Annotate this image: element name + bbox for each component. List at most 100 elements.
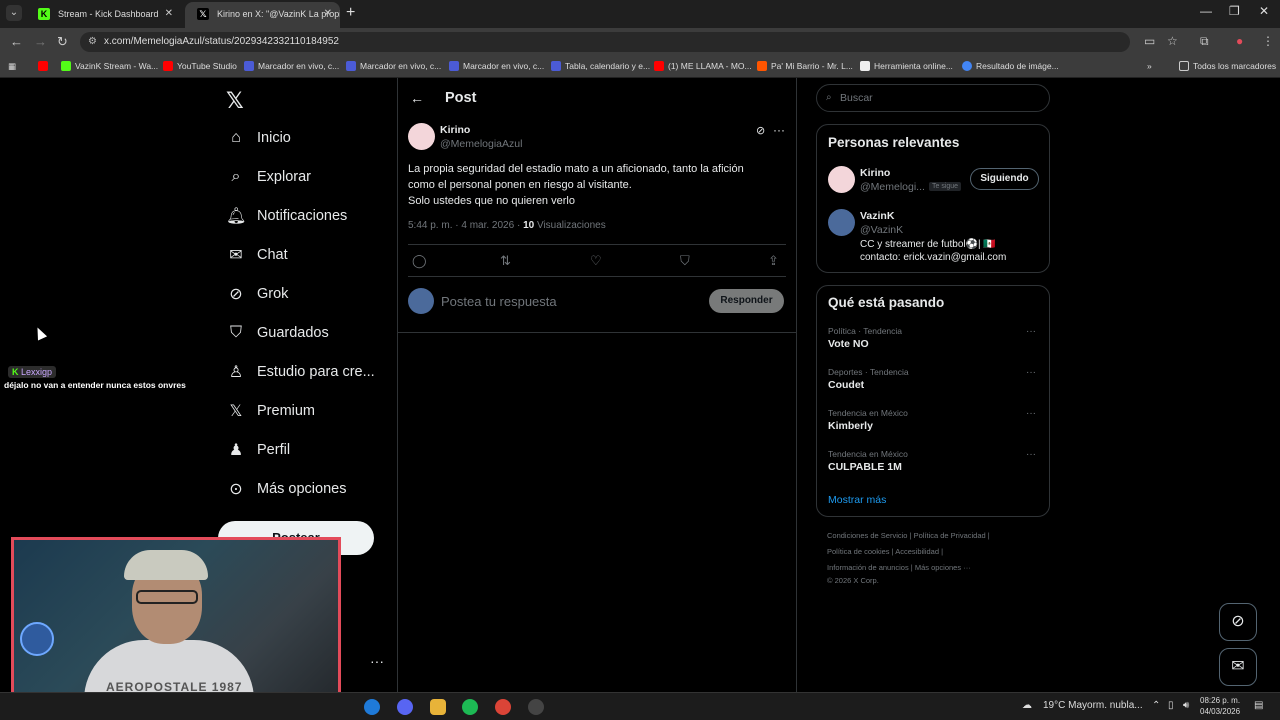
sidebar-item-perfil[interactable]: ♟ Perfil <box>226 435 290 465</box>
bookmark-item[interactable]: Pa' Mi Barrio - Mr. L... <box>757 61 853 71</box>
bookmark-icon[interactable]: ⛉ <box>680 253 690 269</box>
show-more-link[interactable]: Mostrar más <box>828 494 886 506</box>
cast-icon[interactable]: ▭ <box>1144 34 1155 48</box>
sidebar-item-label: Perfil <box>257 442 291 458</box>
url-field[interactable]: ⚙ x.com/MemelogiaAzul/status/20293423321… <box>80 32 1130 52</box>
bookmark-item[interactable]: YouTube Studio <box>163 61 237 71</box>
weather-icon[interactable]: ☁ <box>1022 700 1032 711</box>
bookmark-item[interactable]: Marcador en vivo, c... <box>346 61 441 71</box>
more-icon[interactable]: ··· <box>1026 449 1036 460</box>
bookmark-item[interactable]: VazinK Stream - Wa... <box>61 61 158 71</box>
obs-icon[interactable] <box>528 699 544 715</box>
close-tab-icon[interactable]: ✕ <box>324 2 332 26</box>
tab-kick-dashboard[interactable]: K Stream - Kick Dashboard ✕ <box>26 2 181 28</box>
reply-input[interactable]: Postea tu respuesta <box>441 294 557 309</box>
more-icon[interactable]: ··· <box>1026 408 1036 419</box>
streamer-cap <box>124 550 208 580</box>
restore-icon[interactable]: ❐ <box>1229 4 1240 18</box>
bookmark-item[interactable]: Tabla, calendario y e... <box>551 61 650 71</box>
more-bookmarks-icon[interactable]: » <box>1147 61 1152 71</box>
sidebar-item-notificaciones[interactable]: 🔔︎ Notificaciones <box>226 201 347 231</box>
grok-fab-icon[interactable]: ⊘ <box>1219 603 1257 641</box>
footer-links[interactable]: Política de cookies | Accesibilidad | <box>827 547 943 556</box>
avatar[interactable] <box>408 123 435 150</box>
back-icon[interactable]: ← <box>10 34 23 49</box>
post-author-handle[interactable]: @MemelogiaAzul <box>440 138 522 150</box>
spotify-icon[interactable] <box>462 699 478 715</box>
menu-icon[interactable]: ⋮ <box>1262 34 1274 48</box>
star-icon[interactable]: ☆ <box>1167 34 1178 48</box>
person-handle[interactable]: @VazinK <box>860 224 903 236</box>
following-button[interactable]: Siguiendo <box>970 168 1039 190</box>
bookmark-item[interactable]: (1) ME LLAMA - MO... <box>654 61 752 71</box>
all-bookmarks-folder[interactable]: Todos los marcadores <box>1179 61 1276 71</box>
weather-text[interactable]: 19°C Mayorm. nubla... <box>1043 700 1143 711</box>
reply-icon[interactable]: ◯ <box>412 253 427 269</box>
chrome-icon[interactable] <box>495 699 511 715</box>
site-info-icon[interactable]: ⚙ <box>88 32 97 52</box>
avatar[interactable] <box>408 288 434 314</box>
messages-fab-icon[interactable]: ✉ <box>1219 648 1257 686</box>
back-arrow-icon[interactable]: ← <box>410 90 424 106</box>
account-more-icon[interactable]: ··· <box>370 653 384 669</box>
like-icon[interactable]: ♡ <box>590 253 602 269</box>
repost-icon[interactable]: ⇅ <box>500 253 511 269</box>
new-tab-button[interactable]: + <box>346 4 355 22</box>
minimize-icon[interactable]: — <box>1200 4 1212 18</box>
close-window-icon[interactable]: ✕ <box>1259 4 1269 18</box>
person-bio: CC y streamer de futbol⚽| 🇲🇽 contacto: e… <box>860 238 1006 264</box>
folder-icon[interactable] <box>430 699 446 715</box>
sidebar-item-chat[interactable]: ✉ Chat <box>226 240 287 270</box>
trend-name[interactable]: Kimberly <box>828 420 873 432</box>
grok-icon[interactable]: ⊘ <box>756 124 765 137</box>
bookmark-item[interactable]: Resultado de imáge... <box>962 61 1059 71</box>
sidebar-item-grok[interactable]: ⊘ Grok <box>226 279 288 309</box>
footer-links[interactable]: Información de anuncios | Más opciones ·… <box>827 563 971 572</box>
x-logo-icon[interactable]: 𝕏 <box>226 88 244 114</box>
edge-icon[interactable] <box>364 699 380 715</box>
extensions-icon[interactable]: ⧉ <box>1200 34 1209 49</box>
reply-button[interactable]: Responder <box>709 289 784 313</box>
person-name[interactable]: Kirino <box>860 167 890 179</box>
share-icon[interactable]: ⇪ <box>768 253 779 269</box>
bookmark-item[interactable]: Marcador en vivo, c... <box>244 61 339 71</box>
post-author-name[interactable]: Kirino <box>440 124 470 136</box>
tray-chevron-icon[interactable]: ⌃ <box>1152 700 1160 711</box>
more-icon[interactable]: ··· <box>1026 367 1036 378</box>
volume-icon[interactable]: 🔊︎ <box>1183 700 1189 711</box>
discord-icon[interactable] <box>397 699 413 715</box>
sidebar-item-explorar[interactable]: ⌕ Explorar <box>226 162 311 192</box>
bookmark-youtube[interactable] <box>38 61 52 71</box>
apps-icon[interactable]: ▦ <box>8 61 16 72</box>
close-tab-icon[interactable]: ✕ <box>165 2 173 26</box>
person-handle[interactable]: @Memelogi... <box>860 181 925 193</box>
trend-name[interactable]: Coudet <box>828 379 864 391</box>
person-name[interactable]: VazinK <box>860 210 894 222</box>
sidebar-item-premium[interactable]: 𝕏 Premium <box>226 396 315 426</box>
search-input[interactable]: ⌕ Buscar <box>816 84 1050 112</box>
sidebar-item-inicio[interactable]: ⌂ Inicio <box>226 123 291 153</box>
avatar[interactable] <box>828 209 855 236</box>
more-icon[interactable]: ··· <box>773 123 785 137</box>
tray-device-icon[interactable]: ▯ <box>1168 700 1174 711</box>
bookmark-item[interactable]: Herramienta online... <box>860 61 953 71</box>
tab-x-post[interactable]: 𝕏 Kirino en X: "@VazinK La propia ✕ <box>185 2 340 28</box>
avatar[interactable] <box>828 166 855 193</box>
sidebar-item-estudio[interactable]: ♙ Estudio para cre... <box>226 357 375 387</box>
trend-name[interactable]: CULPABLE 1M <box>828 461 902 473</box>
bookmark-item[interactable]: Marcador en vivo, c... <box>449 61 544 71</box>
reload-icon[interactable]: ↻ <box>57 34 68 50</box>
tab-search-button[interactable]: ⌄ <box>6 5 22 21</box>
mail-icon: ✉ <box>229 247 243 264</box>
notifications-icon[interactable]: ▤ <box>1254 700 1263 711</box>
forward-icon[interactable]: → <box>34 34 47 49</box>
more-icon[interactable]: ··· <box>1026 326 1036 337</box>
profile-icon[interactable]: ● <box>1236 34 1243 48</box>
clock[interactable]: 08:26 p. m. 04/03/2026 <box>1200 695 1240 717</box>
post-time[interactable]: 5:44 p. m. · 4 mar. 2026 · <box>408 220 523 231</box>
footer-links[interactable]: Condiciones de Servicio | Política de Pr… <box>827 531 990 540</box>
trending-card: Qué está pasando Política · Tendencia Vo… <box>816 285 1050 517</box>
trend-name[interactable]: Vote NO <box>828 338 869 350</box>
sidebar-item-mas-opciones[interactable]: ⊙ Más opciones <box>226 474 346 504</box>
sidebar-item-guardados[interactable]: ⛉ Guardados <box>226 318 329 348</box>
